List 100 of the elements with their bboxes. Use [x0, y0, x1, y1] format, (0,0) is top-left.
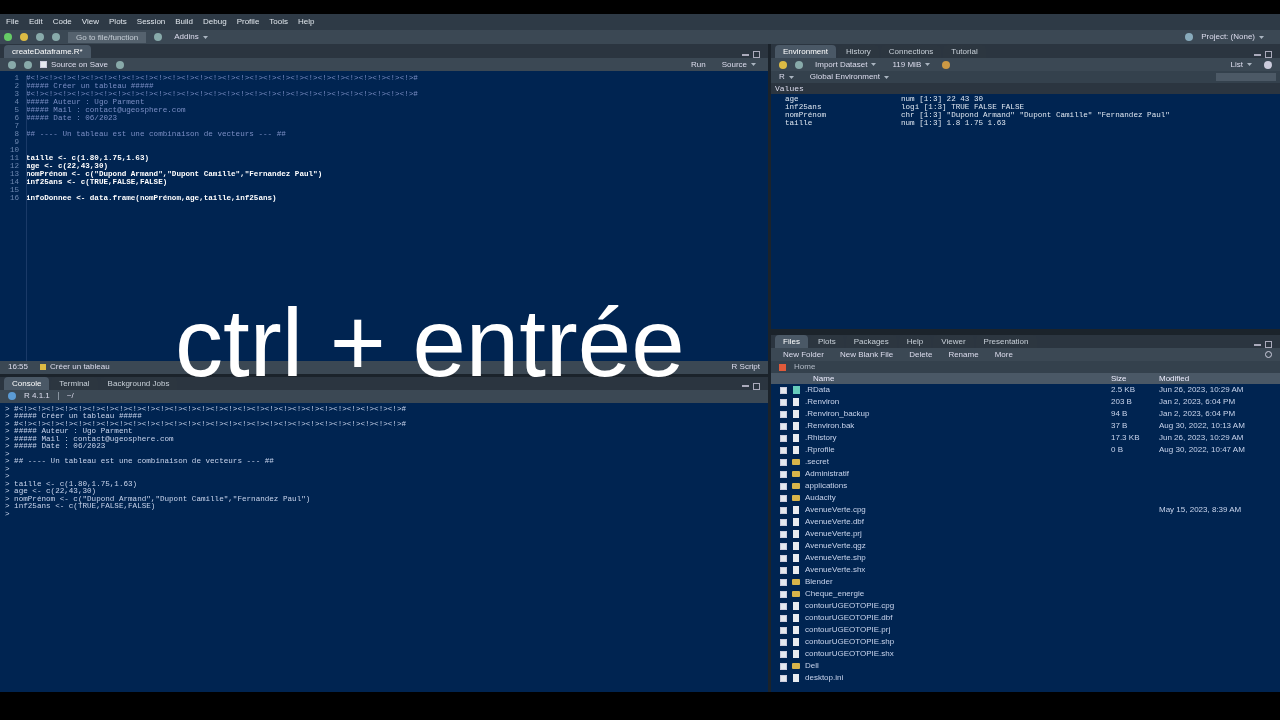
row-checkbox[interactable] [780, 422, 787, 430]
row-checkbox[interactable] [780, 626, 787, 634]
maximize-icon[interactable] [753, 382, 760, 390]
minimize-icon[interactable] [1254, 343, 1261, 346]
menu-item[interactable]: Build [175, 16, 194, 28]
row-checkbox[interactable] [780, 542, 787, 550]
environment-selector[interactable]: Global Environment [805, 71, 894, 83]
row-checkbox[interactable] [780, 482, 787, 490]
pane-tab[interactable]: createDataframe.R* [4, 45, 91, 58]
files-toolbar-button[interactable]: New Folder [779, 348, 828, 361]
row-checkbox[interactable] [780, 650, 787, 658]
caret-icon [788, 75, 794, 79]
files-toolbar-button[interactable]: New Blank File [835, 348, 898, 361]
file-name-link[interactable]: Audacity [805, 492, 1111, 504]
row-checkbox[interactable] [780, 638, 787, 646]
file-name-link[interactable]: AvenueVerte.dbf [805, 516, 1111, 528]
file-name-link[interactable]: Blender [805, 576, 1111, 588]
menu-item[interactable]: Plots [109, 16, 127, 28]
project-button[interactable]: Project: (None) [1197, 31, 1268, 43]
file-name-link[interactable]: AvenueVerte.shp [805, 552, 1111, 564]
row-checkbox[interactable] [780, 530, 787, 538]
column-header[interactable]: Name [771, 372, 1111, 385]
menu-item[interactable]: Profile [236, 16, 260, 28]
row-checkbox[interactable] [780, 386, 787, 394]
file-size: 2.5 KB [1111, 384, 1136, 396]
files-toolbar-button[interactable]: Delete [905, 348, 937, 361]
source-button[interactable]: Source [717, 58, 760, 71]
menu-item[interactable]: Debug [203, 16, 227, 28]
menu-item[interactable]: Edit [28, 16, 43, 28]
column-header[interactable]: Size [1111, 372, 1159, 385]
file-name-link[interactable]: desktop.ini [805, 672, 1111, 684]
minimize-icon[interactable] [742, 53, 749, 56]
files-toolbar-button[interactable]: Rename [944, 348, 983, 361]
column-header[interactable]: Modified [1159, 372, 1190, 385]
row-checkbox[interactable] [780, 578, 787, 586]
pane-tab[interactable]: Console [4, 376, 50, 390]
row-checkbox[interactable] [780, 662, 787, 670]
row-checkbox[interactable] [780, 614, 787, 622]
file-size: 17.3 KB [1111, 432, 1141, 444]
menu-item[interactable]: Help [298, 16, 315, 28]
row-checkbox[interactable] [780, 434, 787, 442]
row-checkbox[interactable] [780, 458, 787, 466]
file-type: R Script [731, 361, 760, 373]
run-button[interactable]: Run [686, 58, 710, 71]
file-name-link[interactable]: .Renviron [805, 396, 1111, 408]
source-on-save-checkbox[interactable] [40, 61, 47, 68]
file-name-link[interactable]: applications [805, 480, 1111, 492]
file-name-link[interactable]: .secret [805, 456, 1111, 468]
row-checkbox[interactable] [780, 602, 787, 610]
file-name-link[interactable]: Dell [805, 660, 1111, 672]
file-name-link[interactable]: AvenueVerte.qgz [805, 540, 1111, 552]
menu-item[interactable]: View [81, 16, 99, 28]
file-name-link[interactable]: contourUGEOTOPIE.cpg [805, 600, 1111, 612]
row-checkbox[interactable] [780, 674, 787, 682]
file-name-link[interactable]: .Renviron_backup [805, 408, 1111, 420]
menu-item[interactable]: Session [136, 16, 166, 28]
file-name-link[interactable]: .RData [805, 384, 1111, 396]
go-to-file-field[interactable]: Go to file/function [68, 31, 147, 43]
row-checkbox[interactable] [780, 470, 787, 478]
memory-usage-button[interactable]: 119 MiB [888, 58, 935, 71]
row-checkbox[interactable] [780, 554, 787, 562]
row-checkbox[interactable] [780, 494, 787, 502]
pane-tab[interactable]: Environment [775, 45, 836, 58]
search-field[interactable] [1216, 73, 1276, 81]
row-checkbox[interactable] [780, 446, 787, 454]
menu-item[interactable]: File [6, 16, 19, 28]
files-toolbar-button[interactable]: More [990, 348, 1017, 361]
file-modified: Jan 2, 2023, 6:04 PM [1159, 396, 1236, 408]
file-name-link[interactable]: AvenueVerte.shx [805, 564, 1111, 576]
row-checkbox[interactable] [780, 566, 787, 574]
file-modified: Aug 30, 2022, 10:13 AM [1159, 420, 1245, 432]
file-name-link[interactable]: AvenueVerte.prj [805, 528, 1111, 540]
menu-item[interactable]: Tools [269, 16, 289, 28]
minimize-icon[interactable] [1254, 53, 1261, 56]
language-selector[interactable]: R [775, 71, 798, 83]
file-name-link[interactable]: Administratif [805, 468, 1111, 480]
file-icon [793, 674, 799, 682]
file-name-link[interactable]: AvenueVerte.cpg [805, 504, 1111, 516]
pane-tab[interactable]: Files [775, 335, 808, 348]
view-mode-button[interactable]: List [1226, 58, 1256, 71]
file-name-link[interactable]: contourUGEOTOPIE.shx [805, 648, 1111, 660]
row-checkbox[interactable] [780, 506, 787, 514]
file-modified: Jun 26, 2023, 10:29 AM [1159, 384, 1244, 396]
row-checkbox[interactable] [780, 590, 787, 598]
row-checkbox[interactable] [780, 518, 787, 526]
file-name-link[interactable]: Cheque_energie [805, 588, 1111, 600]
file-name-link[interactable]: contourUGEOTOPIE.prj [805, 624, 1111, 636]
file-name-link[interactable]: .Renviron.bak [805, 420, 1111, 432]
row-checkbox[interactable] [780, 398, 787, 406]
file-name-link[interactable]: .Rprofile [805, 444, 1111, 456]
file-name-link[interactable]: .Rhistory [805, 432, 1111, 444]
file-size: 0 B [1111, 444, 1124, 456]
file-name-link[interactable]: contourUGEOTOPIE.dbf [805, 612, 1111, 624]
menu-item[interactable]: Code [52, 16, 72, 28]
breadcrumb-link[interactable]: Home [794, 361, 816, 373]
section-selector[interactable]: Créer un tableau [40, 361, 110, 373]
file-name-link[interactable]: contourUGEOTOPIE.shp [805, 636, 1111, 648]
import-dataset-button[interactable]: Import Dataset [811, 58, 881, 71]
row-checkbox[interactable] [780, 410, 787, 418]
addins-button[interactable]: Addins [170, 31, 212, 43]
